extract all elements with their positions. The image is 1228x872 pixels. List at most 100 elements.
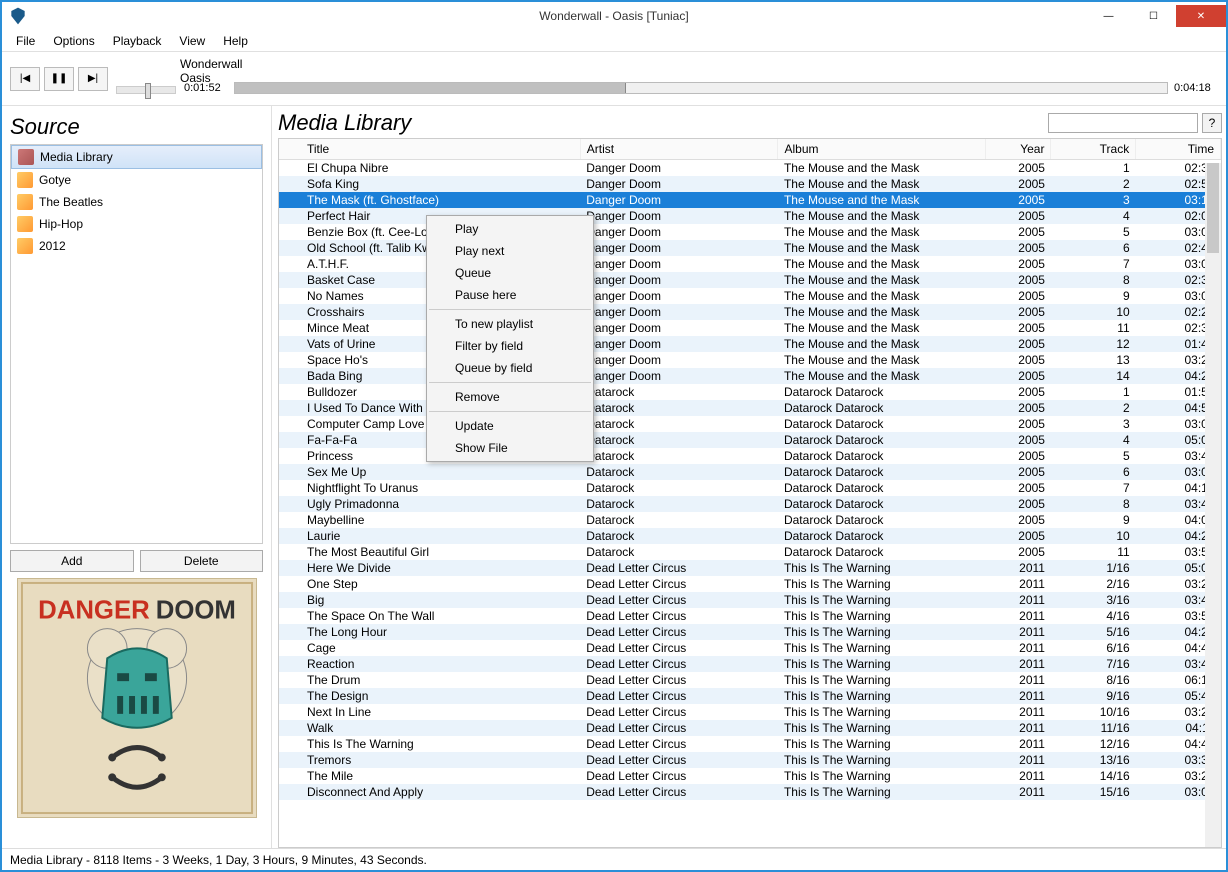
- cell: The Design: [279, 688, 580, 704]
- menu-view[interactable]: View: [171, 32, 213, 50]
- progress-bar[interactable]: [234, 82, 1168, 94]
- col-year[interactable]: Year: [985, 139, 1051, 160]
- table-row[interactable]: The Long HourDead Letter CircusThis Is T…: [279, 624, 1221, 640]
- context-menu-item[interactable]: Play next: [427, 240, 593, 262]
- table-row[interactable]: Fa-Fa-FaDatarockDatarock Datarock2005405…: [279, 432, 1221, 448]
- cell: 9: [1051, 512, 1136, 528]
- context-menu-item[interactable]: Show File: [427, 437, 593, 459]
- col-track[interactable]: Track: [1051, 139, 1136, 160]
- table-row[interactable]: ReactionDead Letter CircusThis Is The Wa…: [279, 656, 1221, 672]
- search-input[interactable]: [1048, 113, 1198, 133]
- cell: Datarock Datarock: [778, 416, 985, 432]
- table-row[interactable]: The Most Beautiful GirlDatarockDatarock …: [279, 544, 1221, 560]
- table-row[interactable]: The DesignDead Letter CircusThis Is The …: [279, 688, 1221, 704]
- table-row[interactable]: Bada BingDanger DoomThe Mouse and the Ma…: [279, 368, 1221, 384]
- next-button[interactable]: ▶|: [78, 67, 108, 91]
- source-item[interactable]: Gotye: [11, 169, 262, 191]
- total-time: 0:04:18: [1174, 82, 1218, 94]
- table-row[interactable]: MaybellineDatarockDatarock Datarock20059…: [279, 512, 1221, 528]
- table-row[interactable]: Disconnect And ApplyDead Letter CircusTh…: [279, 784, 1221, 800]
- cell: 1: [1051, 160, 1136, 177]
- table-row[interactable]: Vats of UrineDanger DoomThe Mouse and th…: [279, 336, 1221, 352]
- table-row[interactable]: Mince MeatDanger DoomThe Mouse and the M…: [279, 320, 1221, 336]
- cell: Dead Letter Circus: [580, 560, 778, 576]
- context-menu-item[interactable]: Pause here: [427, 284, 593, 306]
- table-row[interactable]: Sofa KingDanger DoomThe Mouse and the Ma…: [279, 176, 1221, 192]
- table-row[interactable]: Benzie Box (ft. Cee-Lo)Danger DoomThe Mo…: [279, 224, 1221, 240]
- cell: The Mouse and the Mask: [778, 208, 985, 224]
- table-row[interactable]: The Mask (ft. Ghostface)Danger DoomThe M…: [279, 192, 1221, 208]
- table-row[interactable]: TremorsDead Letter CircusThis Is The War…: [279, 752, 1221, 768]
- context-menu-item[interactable]: Remove: [427, 386, 593, 408]
- table-row[interactable]: Basket CaseDanger DoomThe Mouse and the …: [279, 272, 1221, 288]
- source-list: Media LibraryGotyeThe BeatlesHip-Hop2012: [10, 144, 263, 544]
- col-album[interactable]: Album: [778, 139, 985, 160]
- menu-playback[interactable]: Playback: [105, 32, 170, 50]
- col-time[interactable]: Time: [1136, 139, 1221, 160]
- help-button[interactable]: ?: [1202, 113, 1222, 133]
- col-title[interactable]: Title: [279, 139, 580, 160]
- cell: 2005: [985, 208, 1051, 224]
- table-row[interactable]: Here We DivideDead Letter CircusThis Is …: [279, 560, 1221, 576]
- cell: This Is The Warning: [778, 560, 985, 576]
- add-button[interactable]: Add: [10, 550, 134, 572]
- table-row[interactable]: Sex Me UpDatarockDatarock Datarock200560…: [279, 464, 1221, 480]
- delete-button[interactable]: Delete: [140, 550, 264, 572]
- context-menu-item[interactable]: Queue by field: [427, 357, 593, 379]
- table-row[interactable]: The Space On The WallDead Letter CircusT…: [279, 608, 1221, 624]
- source-item[interactable]: Media Library: [11, 145, 262, 169]
- table-row[interactable]: A.T.H.F.Danger DoomThe Mouse and the Mas…: [279, 256, 1221, 272]
- vertical-scrollbar[interactable]: [1205, 163, 1221, 847]
- context-menu-item[interactable]: To new playlist: [427, 313, 593, 335]
- source-item[interactable]: Hip-Hop: [11, 213, 262, 235]
- table-row[interactable]: The DrumDead Letter CircusThis Is The Wa…: [279, 672, 1221, 688]
- table-row[interactable]: Old School (ft. Talib Kweli)Danger DoomT…: [279, 240, 1221, 256]
- cell: 2005: [985, 160, 1051, 177]
- context-menu-item[interactable]: Update: [427, 415, 593, 437]
- menu-options[interactable]: Options: [45, 32, 102, 50]
- cell: 8: [1051, 272, 1136, 288]
- pause-button[interactable]: ❚❚: [44, 67, 74, 91]
- table-row[interactable]: This Is The WarningDead Letter CircusThi…: [279, 736, 1221, 752]
- table-row[interactable]: LaurieDatarockDatarock Datarock20051004:…: [279, 528, 1221, 544]
- prev-button[interactable]: |◀: [10, 67, 40, 91]
- cell: 3/16: [1051, 592, 1136, 608]
- table-row[interactable]: Perfect HairDanger DoomThe Mouse and the…: [279, 208, 1221, 224]
- cell: 2011: [985, 592, 1051, 608]
- cell: 2011: [985, 720, 1051, 736]
- table-row[interactable]: No NamesDanger DoomThe Mouse and the Mas…: [279, 288, 1221, 304]
- col-artist[interactable]: Artist: [580, 139, 778, 160]
- cell: Danger Doom: [580, 320, 778, 336]
- table-row[interactable]: BulldozerDatarockDatarock Datarock200510…: [279, 384, 1221, 400]
- table-row[interactable]: Nightflight To UranusDatarockDatarock Da…: [279, 480, 1221, 496]
- volume-slider[interactable]: [116, 86, 176, 94]
- table-row[interactable]: Ugly PrimadonnaDatarockDatarock Datarock…: [279, 496, 1221, 512]
- source-item[interactable]: 2012: [11, 235, 262, 257]
- table-row[interactable]: Next In LineDead Letter CircusThis Is Th…: [279, 704, 1221, 720]
- menu-file[interactable]: File: [8, 32, 43, 50]
- source-item[interactable]: The Beatles: [11, 191, 262, 213]
- cell: Danger Doom: [580, 192, 778, 208]
- context-menu-item[interactable]: Queue: [427, 262, 593, 284]
- context-menu-item[interactable]: Play: [427, 218, 593, 240]
- cell: Danger Doom: [580, 304, 778, 320]
- cell: 1: [1051, 384, 1136, 400]
- cell: Danger Doom: [580, 176, 778, 192]
- table-row[interactable]: El Chupa NibreDanger DoomThe Mouse and t…: [279, 160, 1221, 177]
- table-row[interactable]: CageDead Letter CircusThis Is The Warnin…: [279, 640, 1221, 656]
- table-row[interactable]: Space Ho'sDanger DoomThe Mouse and the M…: [279, 352, 1221, 368]
- table-row[interactable]: BigDead Letter CircusThis Is The Warning…: [279, 592, 1221, 608]
- table-row[interactable]: CrosshairsDanger DoomThe Mouse and the M…: [279, 304, 1221, 320]
- table-row[interactable]: Computer Camp LoveDatarockDatarock Datar…: [279, 416, 1221, 432]
- table-row[interactable]: The MileDead Letter CircusThis Is The Wa…: [279, 768, 1221, 784]
- table-row[interactable]: WalkDead Letter CircusThis Is The Warnin…: [279, 720, 1221, 736]
- table-row[interactable]: I Used To Dance With My DaddyDatarockDat…: [279, 400, 1221, 416]
- table-row[interactable]: One StepDead Letter CircusThis Is The Wa…: [279, 576, 1221, 592]
- cell: Sex Me Up: [279, 464, 580, 480]
- table-row[interactable]: PrincessDatarockDatarock Datarock2005503…: [279, 448, 1221, 464]
- library-icon: [18, 149, 34, 165]
- context-menu-item[interactable]: Filter by field: [427, 335, 593, 357]
- cell: This Is The Warning: [778, 624, 985, 640]
- cell: Sofa King: [279, 176, 580, 192]
- menu-help[interactable]: Help: [215, 32, 256, 50]
